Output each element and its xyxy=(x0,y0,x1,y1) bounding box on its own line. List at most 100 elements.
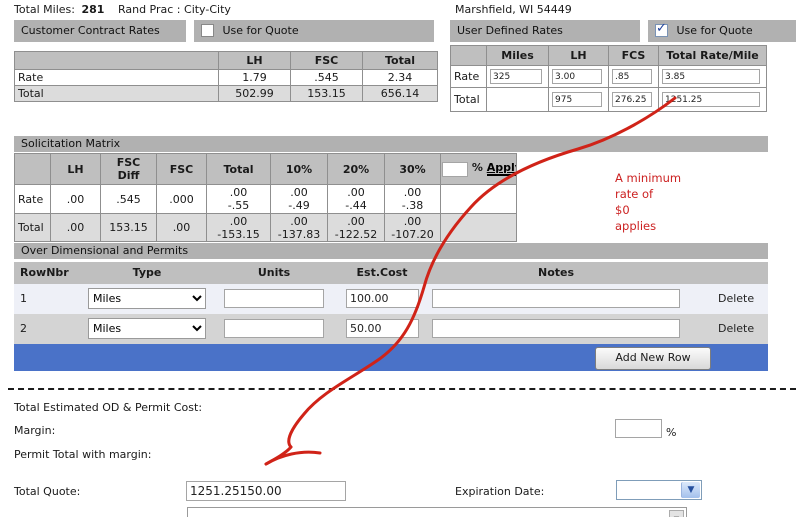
checkmark-icon: ✓ xyxy=(656,22,667,35)
udr-total-lh-input[interactable] xyxy=(552,92,602,107)
margin-percent-suffix: % xyxy=(666,426,676,439)
od-row2-delete-link[interactable]: Delete xyxy=(718,322,754,335)
od-footer-bar: Add New Row xyxy=(14,344,768,371)
ccr-total-lh: 502.99 xyxy=(219,86,291,102)
od-row1-delete-link[interactable]: Delete xyxy=(718,292,754,305)
expiration-date-label: Expiration Date: xyxy=(455,485,544,498)
ccr-rate-row: Rate 1.79 .545 2.34 xyxy=(15,70,438,86)
sm-total-fsc-diff: 153.15 xyxy=(101,214,157,242)
total-quote-input[interactable] xyxy=(186,481,346,501)
ccr-rate-lh: 1.79 xyxy=(219,70,291,86)
user-defined-rates-table: Miles LH FCS Total Rate/Mile Rate Total xyxy=(450,45,767,112)
udr-rate-lh-input[interactable] xyxy=(552,69,602,84)
minimum-rate-note: A minimum rate of $0 applies xyxy=(615,170,681,234)
add-new-row-button[interactable]: Add New Row xyxy=(595,347,711,370)
udr-rate-miles-input[interactable] xyxy=(490,69,542,84)
sm-col-lh: LH xyxy=(51,154,101,185)
sm-col-fsc: FSC xyxy=(157,154,207,185)
od-col-estcost: Est.Cost xyxy=(332,262,432,284)
od-row-1: 1 Miles Delete xyxy=(14,284,768,314)
total-quote-label: Total Quote: xyxy=(14,485,80,498)
ccr-use-for-quote-label: Use for Quote xyxy=(223,24,299,37)
margin-label: Margin: xyxy=(14,424,55,437)
udr-rate-total-input[interactable] xyxy=(662,69,760,84)
od-col-type: Type xyxy=(88,262,206,284)
sm-percent-input[interactable] xyxy=(442,162,468,177)
ccr-total-total: 656.14 xyxy=(363,86,438,102)
quote-page: Total Miles: 281 Rand Prac : City-City M… xyxy=(0,0,800,517)
section-divider xyxy=(8,388,796,390)
bottom-field-chevron-icon: ▼ xyxy=(669,510,684,517)
destination-address: Marshfield, WI 54449 xyxy=(455,3,572,16)
ccr-rate-fsc: .545 xyxy=(291,70,363,86)
ccr-rate-label: Rate xyxy=(15,70,219,86)
udr-col-fcs: FCS xyxy=(609,46,659,66)
udr-total-fcs-input[interactable] xyxy=(612,92,652,107)
sm-apply-link[interactable]: Apply xyxy=(487,161,517,176)
ccr-total-fsc: 153.15 xyxy=(291,86,363,102)
expiration-date-select[interactable]: ▼ xyxy=(616,480,702,500)
sm-total-apply-blank xyxy=(441,214,517,242)
ccr-total-label: Total xyxy=(15,86,219,102)
sm-rate-label: Rate xyxy=(15,185,51,214)
sm-total-row: Total .00 153.15 .00 .00-153.15 .00-137.… xyxy=(15,214,517,242)
udr-total-row: Total xyxy=(451,88,767,112)
sm-total-lh: .00 xyxy=(51,214,101,242)
sm-rate-total: .00-.55 xyxy=(207,185,271,214)
solicitation-matrix-header: Solicitation Matrix xyxy=(14,136,768,152)
od-row2-type-select[interactable]: Miles xyxy=(88,318,206,339)
od-row1-units-input[interactable] xyxy=(224,289,324,308)
sm-rate-lh: .00 xyxy=(51,185,101,214)
ccr-col-fsc: FSC xyxy=(291,52,363,70)
sm-rate-row: Rate .00 .545 .000 .00-.55 .00-.49 .00-.… xyxy=(15,185,517,214)
over-dimensional-header: Over Dimensional and Permits xyxy=(14,243,768,259)
ccr-col-total: Total xyxy=(363,52,438,70)
ccr-use-for-quote-checkbox[interactable] xyxy=(201,24,214,37)
permit-total-label: Permit Total with margin: xyxy=(14,448,151,461)
solicitation-matrix-table: LH FSC Diff FSC Total 10% 20% 30% % Appl… xyxy=(14,153,517,242)
udr-col-blank xyxy=(451,46,487,66)
total-miles-label: Total Miles: xyxy=(14,3,75,16)
od-permit-cost-label: Total Estimated OD & Permit Cost: xyxy=(14,401,202,414)
od-row1-type-select[interactable]: Miles xyxy=(88,288,206,309)
od-row-2: 2 Miles Delete xyxy=(14,314,768,344)
sm-total-30pct: .00-107.20 xyxy=(385,214,441,242)
udr-col-lh: LH xyxy=(549,46,609,66)
od-column-header-row: RowNbr Type Units Est.Cost Notes xyxy=(14,262,768,284)
ccr-col-blank xyxy=(15,52,219,70)
sm-rate-fsc-diff: .545 xyxy=(101,185,157,214)
od-row1-estcost-input[interactable] xyxy=(346,289,419,308)
sm-percent-label: % xyxy=(472,161,483,174)
rand-prac-text: Rand Prac : City-City xyxy=(118,3,231,16)
udr-col-total-rate-mile: Total Rate/Mile xyxy=(659,46,767,66)
sm-total-10pct: .00-137.83 xyxy=(271,214,328,242)
ccr-col-lh: LH xyxy=(219,52,291,70)
sm-apply-cell: % Apply xyxy=(441,154,517,185)
od-row2-units-input[interactable] xyxy=(224,319,324,338)
sm-rate-20pct: .00-.44 xyxy=(328,185,385,214)
od-col-units: Units xyxy=(224,262,324,284)
udr-use-for-quote-bar: ✓ Use for Quote xyxy=(648,20,796,42)
ccr-total-row: Total 502.99 153.15 656.14 xyxy=(15,86,438,102)
bottom-partial-field[interactable]: ▼ xyxy=(187,507,687,517)
od-col-rownbr: RowNbr xyxy=(20,262,69,284)
udr-use-for-quote-checkbox[interactable]: ✓ xyxy=(655,24,668,37)
udr-rate-label: Rate xyxy=(451,66,487,88)
od-row2-estcost-input[interactable] xyxy=(346,319,419,338)
od-row2-number: 2 xyxy=(20,322,27,335)
sm-total-20pct: .00-122.52 xyxy=(328,214,385,242)
od-row1-notes-input[interactable] xyxy=(432,289,680,308)
customer-contract-rates-table: LH FSC Total Rate 1.79 .545 2.34 Total 5… xyxy=(14,51,438,102)
sm-col-total: Total xyxy=(207,154,271,185)
ccr-use-for-quote-bar: Use for Quote xyxy=(194,20,434,42)
od-row2-notes-input[interactable] xyxy=(432,319,680,338)
udr-total-total-input[interactable] xyxy=(662,92,760,107)
sm-col-10pct: 10% xyxy=(271,154,328,185)
margin-input[interactable] xyxy=(615,419,662,438)
udr-col-miles: Miles xyxy=(487,46,549,66)
sm-col-30pct: 30% xyxy=(385,154,441,185)
udr-total-label: Total xyxy=(451,88,487,112)
udr-rate-fcs-input[interactable] xyxy=(612,69,652,84)
od-col-notes: Notes xyxy=(432,262,680,284)
sm-col-20pct: 20% xyxy=(328,154,385,185)
